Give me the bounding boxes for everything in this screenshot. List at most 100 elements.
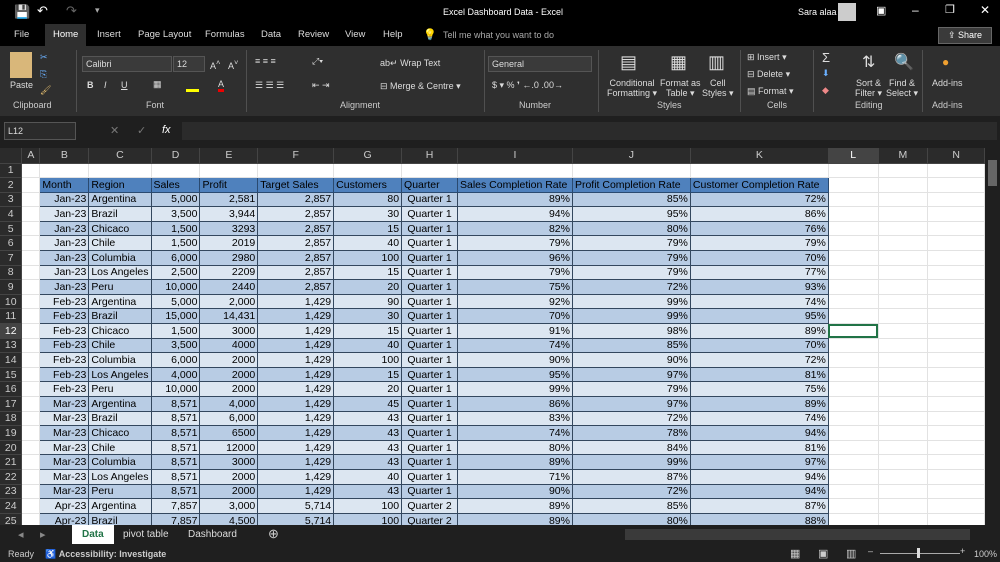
cell[interactable] (927, 484, 985, 500)
sheet-tab-data[interactable]: Data (72, 525, 114, 544)
tab-file[interactable]: File (6, 24, 37, 46)
column-header-D[interactable]: D (151, 148, 201, 164)
table-cell[interactable]: 70% (456, 308, 573, 325)
table-cell[interactable]: Jan-23 (39, 279, 90, 295)
table-cell[interactable]: 72% (689, 352, 829, 368)
table-cell[interactable]: 100 (333, 512, 403, 525)
cell[interactable] (878, 381, 929, 397)
column-header-N[interactable]: N (927, 148, 985, 164)
zoom-slider-thumb[interactable] (917, 548, 920, 558)
table-cell[interactable]: 1,429 (257, 366, 335, 383)
table-cell[interactable]: 20 (333, 381, 403, 397)
row-header[interactable]: 13 (0, 338, 23, 354)
row-header[interactable]: 25 (0, 513, 23, 525)
cell[interactable] (878, 513, 929, 525)
table-cell[interactable]: 3293 (199, 220, 259, 237)
table-cell[interactable]: 1,429 (257, 396, 335, 412)
table-cell[interactable]: 8,571 (150, 454, 201, 470)
column-header-I[interactable]: I (457, 148, 573, 164)
table-cell[interactable]: Chile (88, 439, 152, 456)
cell[interactable] (927, 250, 985, 266)
row-header[interactable]: 1 (0, 163, 23, 179)
orientation-icon[interactable]: ⤢▾ (312, 56, 323, 67)
table-cell[interactable]: 90% (456, 483, 573, 500)
cell[interactable] (828, 235, 879, 252)
row-header[interactable]: 15 (0, 367, 23, 383)
format-painter-icon[interactable]: 🖌 (40, 85, 51, 96)
conditional-formatting-button[interactable]: Conditional Formatting ▾ (607, 78, 657, 99)
table-cell[interactable]: Mar-23 (39, 454, 90, 470)
add-ins-button[interactable]: Add-ins (932, 78, 963, 88)
cell[interactable] (927, 308, 985, 325)
cell[interactable] (21, 308, 41, 325)
number-format-icons[interactable]: $ ▾ % ❜ ←.0 .00→ (492, 80, 563, 91)
zoom-out-icon[interactable]: – (868, 546, 873, 556)
cell[interactable] (21, 469, 41, 485)
column-header-M[interactable]: M (878, 148, 929, 164)
table-cell[interactable]: 2000 (199, 366, 259, 383)
table-cell[interactable]: Mar-23 (39, 425, 90, 441)
table-cell[interactable]: Quarter 1 (401, 483, 458, 500)
table-cell[interactable]: Argentina (88, 191, 152, 208)
cell[interactable] (21, 513, 41, 525)
cell[interactable] (828, 367, 879, 383)
redo-icon[interactable]: ↷ (66, 3, 77, 19)
table-cell[interactable]: 95% (689, 308, 829, 325)
row-header[interactable]: 16 (0, 381, 23, 397)
cell[interactable] (927, 177, 985, 193)
table-cell[interactable]: Jan-23 (39, 206, 90, 222)
table-cell[interactable]: 85% (571, 191, 691, 208)
cell[interactable] (927, 163, 985, 179)
cell[interactable] (21, 411, 41, 427)
table-cell[interactable]: 7,857 (150, 512, 201, 525)
cell[interactable] (21, 338, 41, 354)
table-cell[interactable]: 92% (456, 293, 573, 310)
table-cell[interactable]: Quarter 1 (401, 381, 458, 397)
enter-icon[interactable]: ✓ (137, 124, 146, 137)
table-cell[interactable]: 30 (333, 206, 403, 222)
table-cell[interactable]: 2000 (199, 352, 259, 368)
table-cell[interactable]: Peru (88, 279, 152, 295)
table-cell[interactable]: 15,000 (150, 308, 201, 325)
row-header[interactable]: 20 (0, 440, 23, 456)
cell[interactable] (828, 177, 879, 193)
table-cell[interactable]: 40 (333, 235, 403, 252)
cell[interactable] (927, 279, 985, 295)
cell[interactable] (401, 163, 458, 179)
table-cell[interactable]: 1,429 (257, 381, 335, 397)
undo-icon[interactable]: ↶ (37, 3, 48, 19)
cell[interactable] (878, 396, 929, 412)
cell[interactable] (690, 163, 829, 179)
table-cell[interactable]: 85% (571, 337, 691, 354)
table-cell[interactable]: 97% (689, 454, 829, 470)
table-cell[interactable]: Mar-23 (39, 468, 90, 485)
table-cell[interactable]: Brazil (88, 206, 152, 222)
cell[interactable] (878, 352, 929, 368)
cell[interactable] (878, 323, 929, 339)
table-cell[interactable]: Argentina (88, 498, 152, 514)
cell[interactable] (927, 454, 985, 470)
font-color-icon[interactable]: A (218, 79, 225, 92)
table-cell[interactable]: 86% (689, 206, 829, 222)
table-cell[interactable]: 87% (689, 498, 829, 514)
table-cell[interactable]: 6,000 (199, 410, 259, 427)
delete-cells-button[interactable]: ⊟ Delete ▾ (747, 69, 790, 80)
cell[interactable] (21, 163, 41, 179)
table-cell[interactable]: 100 (333, 352, 403, 368)
cell[interactable] (828, 498, 879, 514)
cell[interactable] (828, 163, 879, 179)
table-cell[interactable]: 1,429 (257, 308, 335, 325)
table-cell[interactable]: 88% (689, 512, 829, 525)
table-cell[interactable]: 72% (571, 483, 691, 500)
table-cell[interactable]: Brazil (88, 308, 152, 325)
ribbon-display-icon[interactable]: ▣ (876, 4, 886, 17)
cell[interactable] (39, 163, 90, 179)
table-cell[interactable]: Chicaco (88, 220, 152, 237)
table-header-cell[interactable]: Quarter (401, 177, 458, 193)
table-cell[interactable]: 2980 (199, 250, 259, 266)
table-cell[interactable]: 15 (333, 366, 403, 383)
sort-filter-button[interactable]: Sort & Filter ▾ (855, 78, 882, 99)
table-cell[interactable]: 2440 (199, 279, 259, 295)
cell[interactable] (21, 396, 41, 412)
table-cell[interactable]: 74% (456, 425, 573, 441)
